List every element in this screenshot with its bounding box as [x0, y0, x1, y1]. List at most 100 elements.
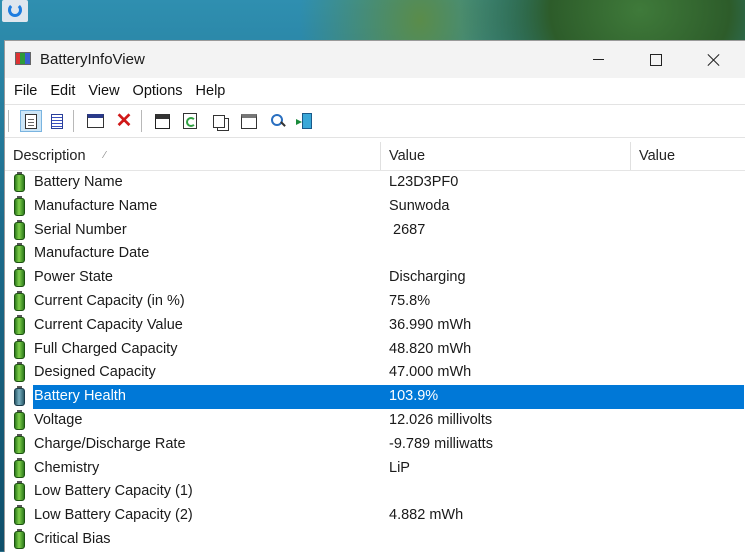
battery-info-list[interactable]: Description ⁄ Value Value Battery Name L23…: [5, 142, 745, 552]
list-header: Description ⁄ Value Value: [5, 142, 745, 171]
item-description: Low Battery Capacity (1): [34, 483, 193, 500]
menu-options[interactable]: Options: [128, 83, 188, 99]
list-item[interactable]: Voltage 12.026 millivolts: [5, 409, 745, 433]
properties-button[interactable]: [238, 110, 260, 132]
item-description: Critical Bias: [34, 530, 111, 547]
column-header-value[interactable]: Value: [381, 142, 631, 170]
list-item[interactable]: Charge/Discharge Rate -9.789 milliwatts: [5, 433, 745, 457]
item-value: 4.882 mWh: [389, 507, 464, 524]
battery-icon: [14, 481, 25, 502]
item-description: Chemistry: [34, 459, 100, 476]
list-item[interactable]: Low Battery Capacity (1): [5, 480, 745, 504]
item-value: 75.8%: [389, 292, 431, 309]
battery-icon: [14, 362, 25, 383]
item-description: Battery Health: [33, 385, 382, 409]
list-item[interactable]: Designed Capacity 47.000 mWh: [5, 361, 745, 385]
item-value: 47.000 mWh: [389, 364, 472, 381]
item-value: L23D3PF0: [389, 174, 459, 190]
window-icon: [86, 114, 104, 128]
item-value: 36.990 mWh: [389, 316, 472, 333]
html-report-all-button[interactable]: [46, 110, 68, 132]
item-value: 12.026 millivolts: [389, 411, 493, 428]
battery-info-window: BatteryInfoView File Edit View Options H…: [4, 40, 745, 552]
battery-icon: [14, 409, 25, 430]
item-description: Designed Capacity: [34, 364, 156, 381]
column-header-value-2[interactable]: Value: [631, 142, 745, 170]
battery-icon: [14, 219, 25, 240]
list-item[interactable]: Battery Health 103.9%: [5, 385, 745, 409]
item-description: Current Capacity (in %): [34, 292, 185, 309]
battery-icon: [14, 505, 25, 526]
app-icon: [15, 52, 31, 65]
minimize-icon: [592, 59, 604, 60]
item-description: Charge/Discharge Rate: [34, 435, 186, 452]
menu-view[interactable]: View: [83, 83, 124, 99]
battery-icon: [14, 243, 25, 264]
delete-icon: ✕: [115, 110, 133, 132]
item-description: Battery Name: [34, 174, 123, 190]
item-description: Voltage: [34, 411, 83, 428]
battery-icon: [14, 195, 25, 216]
maximize-button[interactable]: [627, 41, 685, 78]
battery-icon: [14, 290, 25, 311]
maximize-icon: [650, 53, 662, 66]
save-button[interactable]: [151, 110, 173, 132]
properties-icon: [241, 113, 257, 129]
battery-icon: [14, 386, 25, 407]
list-item[interactable]: Manufacture Name Sunwoda: [5, 195, 745, 219]
menu-edit[interactable]: Edit: [45, 83, 80, 99]
close-button[interactable]: [685, 41, 743, 78]
html-report-selected-button[interactable]: [20, 110, 42, 132]
recycle-bin-icon[interactable]: [2, 0, 28, 22]
item-value: -9.789 milliwatts: [389, 435, 493, 452]
list-item[interactable]: Current Capacity Value 36.990 mWh: [5, 314, 745, 338]
find-button[interactable]: [267, 110, 289, 132]
minimize-button[interactable]: [569, 41, 627, 78]
copy-icon: [213, 114, 225, 128]
menu-help[interactable]: Help: [191, 83, 231, 99]
html-report-selected-icon: [25, 113, 37, 129]
find-icon: [270, 113, 286, 129]
battery-icon: [14, 457, 25, 478]
toolbar-separator: [73, 110, 74, 132]
battery-icon: [14, 338, 25, 359]
list-item[interactable]: Battery Name L23D3PF0: [5, 171, 745, 195]
battery-icon: [14, 172, 25, 192]
item-description: Manufacture Date: [34, 245, 150, 262]
menu-file[interactable]: File: [9, 83, 42, 99]
item-description: Serial Number: [34, 221, 127, 238]
item-description: Power State: [34, 269, 113, 286]
copy-button[interactable]: [208, 110, 230, 132]
column-header-label: Description: [13, 148, 86, 164]
item-value: LiP: [389, 459, 410, 476]
battery-icon: [14, 433, 25, 454]
item-value: 2687: [389, 221, 426, 238]
item-value: Discharging: [389, 269, 466, 286]
window-button[interactable]: [84, 110, 106, 132]
toolbar-separator: [141, 110, 142, 132]
list-item[interactable]: Chemistry LiP: [5, 457, 745, 481]
delete-button[interactable]: ✕: [113, 110, 135, 132]
exit-icon: [296, 113, 312, 129]
list-item[interactable]: Critical Bias: [5, 528, 745, 552]
item-description: Manufacture Name: [34, 197, 158, 214]
save-icon: [154, 113, 170, 129]
battery-icon: [14, 314, 25, 335]
battery-icon: [14, 528, 25, 549]
list-item[interactable]: Manufacture Date: [5, 242, 745, 266]
column-header-description[interactable]: Description ⁄: [5, 142, 381, 170]
refresh-button[interactable]: [179, 110, 201, 132]
item-value: 48.820 mWh: [389, 340, 472, 357]
toolbar-separator: [8, 110, 9, 132]
list-item[interactable]: Full Charged Capacity 48.820 mWh: [5, 338, 745, 362]
item-description: Current Capacity Value: [34, 316, 183, 333]
list-item[interactable]: Current Capacity (in %) 75.8%: [5, 290, 745, 314]
battery-icon: [14, 267, 25, 288]
list-item[interactable]: Low Battery Capacity (2) 4.882 mWh: [5, 504, 745, 528]
window-title: BatteryInfoView: [40, 51, 145, 68]
exit-button[interactable]: [296, 110, 318, 132]
title-bar[interactable]: BatteryInfoView: [5, 41, 745, 78]
toolbar: ✕: [5, 104, 745, 138]
list-item[interactable]: Power State Discharging: [5, 266, 745, 290]
list-item[interactable]: Serial Number 2687: [5, 219, 745, 243]
